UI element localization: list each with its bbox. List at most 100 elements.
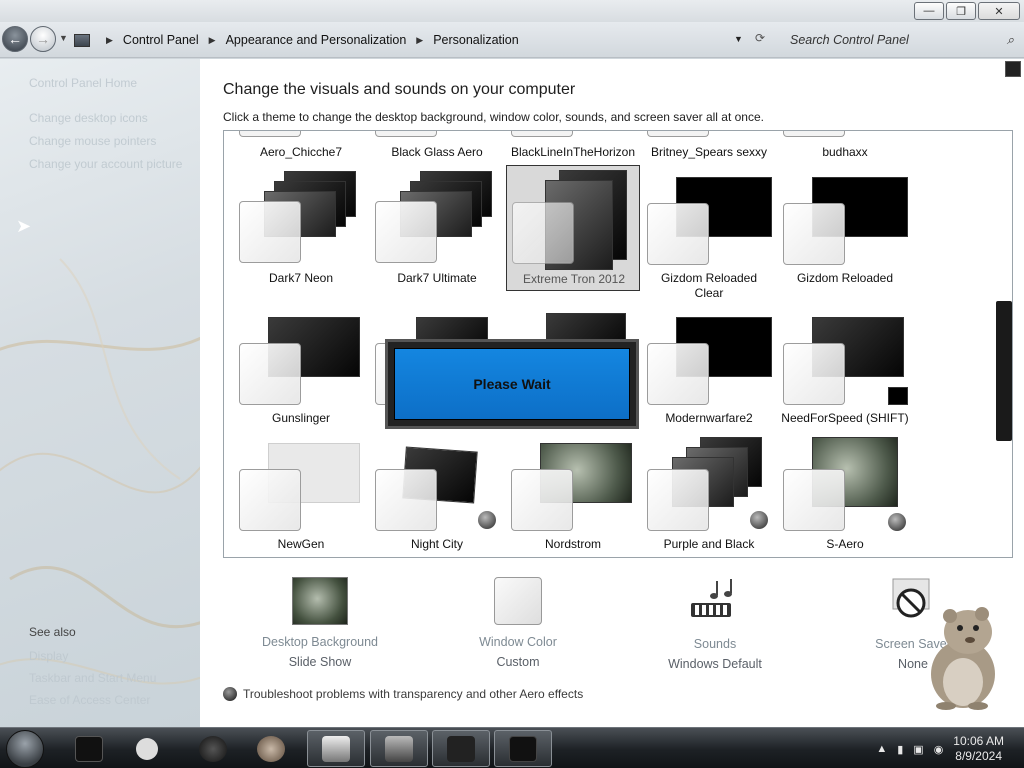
clock-date: 8/9/2024 [955, 749, 1002, 763]
close-button[interactable]: ✕ [978, 2, 1020, 20]
theme-newgen[interactable]: NewGen [234, 433, 368, 557]
see-also-heading: See also [29, 625, 76, 639]
taskbar-control-panel[interactable] [370, 730, 428, 767]
option-label: Sounds [693, 637, 737, 651]
breadcrumb: ▶ Control Panel ▶ Appearance and Persona… [74, 28, 519, 52]
taskbar-app-1[interactable] [60, 730, 118, 767]
network-icon[interactable]: ▣ [913, 743, 923, 756]
sidebar-link-home[interactable]: Control Panel Home [29, 76, 137, 90]
theme-gallery[interactable]: Aero_Chicche7 Black Glass Aero BlackLine… [223, 130, 1013, 558]
taskbar-paint[interactable] [307, 730, 365, 767]
sidebar-link-desktop-icons[interactable]: Change desktop icons [29, 111, 148, 125]
sounds-option[interactable]: Sounds Windows Default [635, 577, 795, 671]
arrow-right-icon: → [36, 31, 50, 47]
desktop-background-option[interactable]: Desktop Background Slide Show [240, 577, 400, 669]
taskbar-app-7[interactable] [432, 730, 490, 767]
gallery-scrollbar-thumb[interactable] [996, 301, 1012, 441]
page-title: Change the visuals and sounds on your co… [223, 81, 576, 98]
theme-name: S-Aero [826, 537, 864, 551]
theme-dark7-ultimate[interactable]: Dark7 Ultimate [370, 167, 504, 297]
tray-expand-icon[interactable]: ▲ [876, 743, 887, 755]
taskbar-app-8[interactable] [494, 730, 552, 767]
volume-icon[interactable]: ◉ [934, 743, 944, 756]
left-navigation-pane: Control Panel Home Change desktop icons … [0, 59, 200, 727]
troubleshoot-text: Troubleshoot problems with transparency … [243, 687, 584, 701]
taskbar-app-3[interactable] [184, 730, 242, 767]
theme-dark7-neon[interactable]: Dark7 Neon [234, 167, 368, 297]
theme-tile-stub[interactable] [647, 131, 709, 137]
breadcrumb-personalization[interactable]: Personalization [433, 33, 518, 47]
search-placeholder: Search Control Panel [790, 33, 909, 47]
theme-name: Aero_Chicche7 [259, 145, 343, 159]
theme-nordstrom[interactable]: Nordstrom [506, 433, 640, 557]
theme-name: Nordstrom [544, 537, 601, 551]
theme-tile-stub[interactable] [511, 131, 573, 137]
desktop-background-icon [292, 577, 348, 625]
title-bar: — ❐ ✕ [0, 0, 1024, 22]
see-also-taskbar[interactable]: Taskbar and Start Menu [29, 671, 156, 685]
page-subtitle: Click a theme to change the desktop back… [223, 110, 764, 124]
play-icon [136, 737, 158, 760]
theme-name: Britney_Spears sexxy [650, 145, 768, 159]
search-icon[interactable]: ⌕ [1007, 32, 1014, 48]
troubleshoot-link[interactable]: Troubleshoot problems with transparency … [223, 687, 583, 701]
theme-name: NewGen [277, 537, 325, 551]
system-clock[interactable]: 10:06 AM 8/9/2024 [953, 734, 1004, 764]
theme-name: Gunslinger [271, 411, 331, 425]
hamster-pet-icon [931, 607, 995, 710]
see-also-ease-of-access[interactable]: Ease of Access Center [29, 693, 150, 707]
maximize-button[interactable]: ❐ [946, 2, 976, 20]
theme-name: BlackLineInTheHorizon [510, 145, 636, 159]
forward-button[interactable]: → [30, 26, 56, 52]
help-icon[interactable] [1005, 61, 1021, 77]
start-button[interactable] [6, 730, 44, 768]
tray-app-icon[interactable]: ▮ [897, 743, 903, 756]
theme-tile-stub[interactable] [239, 131, 301, 137]
troubleshoot-icon [223, 687, 237, 701]
theme-s-aero[interactable]: S-Aero [778, 433, 912, 557]
globe-icon [199, 735, 227, 762]
option-value: Slide Show [288, 655, 352, 669]
taskbar-media-player[interactable] [118, 730, 176, 767]
clock-time: 10:06 AM [953, 734, 1004, 748]
breadcrumb-appearance[interactable]: Appearance and Personalization [226, 33, 407, 47]
back-button[interactable]: ← [2, 26, 28, 52]
theme-tile-stub[interactable] [783, 131, 845, 137]
chevron-right-icon[interactable]: ▶ [209, 35, 216, 46]
theme-needforspeed[interactable]: NeedForSpeed (SHIFT) [778, 307, 912, 437]
mouse-cursor-icon: ➤ [16, 216, 32, 236]
address-dropdown[interactable]: ▼ [734, 34, 743, 44]
option-value: Windows Default [668, 657, 762, 671]
theme-extreme-tron-selected[interactable]: Extreme Tron 2012 [506, 165, 640, 291]
chevron-right-icon[interactable]: ▶ [416, 35, 423, 46]
theme-modernwarfare2[interactable]: Modernwarfare2 [642, 307, 776, 437]
sidebar-link-mouse-pointers[interactable]: Change mouse pointers [29, 134, 156, 148]
taskbar-browser[interactable] [242, 730, 300, 767]
paint-icon [322, 735, 350, 762]
search-input[interactable]: Search Control Panel ⌕ [782, 29, 1020, 51]
system-tray: ▲ ▮ ▣ ◉ 10:06 AM 8/9/2024 [876, 734, 1004, 764]
refresh-icon[interactable]: ⟳ [755, 31, 765, 45]
theme-gizdom-clear[interactable]: Gizdom Reloaded Clear [642, 167, 776, 300]
main-content-pane: Change the visuals and sounds on your co… [200, 59, 1024, 727]
breadcrumb-control-panel[interactable]: Control Panel [123, 33, 199, 47]
theme-purple-black[interactable]: Purple and Black [642, 433, 776, 557]
theme-name: Black Glass Aero [391, 145, 483, 159]
chevron-right-icon[interactable]: ▶ [106, 35, 113, 46]
option-value: Custom [496, 655, 540, 669]
theme-gizdom-reloaded[interactable]: Gizdom Reloaded [778, 167, 912, 297]
sidebar-link-account-picture[interactable]: Change your account picture [29, 157, 182, 171]
minimize-button[interactable]: — [914, 2, 944, 20]
taskbar: ▲ ▮ ▣ ◉ 10:06 AM 8/9/2024 [0, 727, 1024, 768]
skull-icon [750, 511, 768, 529]
theme-night-city[interactable]: Night City [370, 433, 504, 557]
theme-gunslinger[interactable]: Gunslinger [234, 307, 368, 437]
see-also-display[interactable]: Display [29, 649, 68, 663]
theme-tile-stub[interactable] [375, 131, 437, 137]
theme-name: Dark7 Neon [268, 271, 334, 285]
option-label: Window Color [479, 635, 557, 649]
window-color-icon [494, 577, 542, 625]
window-color-option[interactable]: Window Color Custom [438, 577, 598, 669]
recent-pages-dropdown[interactable]: ▼ [59, 33, 68, 43]
control-panel-icon [385, 735, 413, 762]
